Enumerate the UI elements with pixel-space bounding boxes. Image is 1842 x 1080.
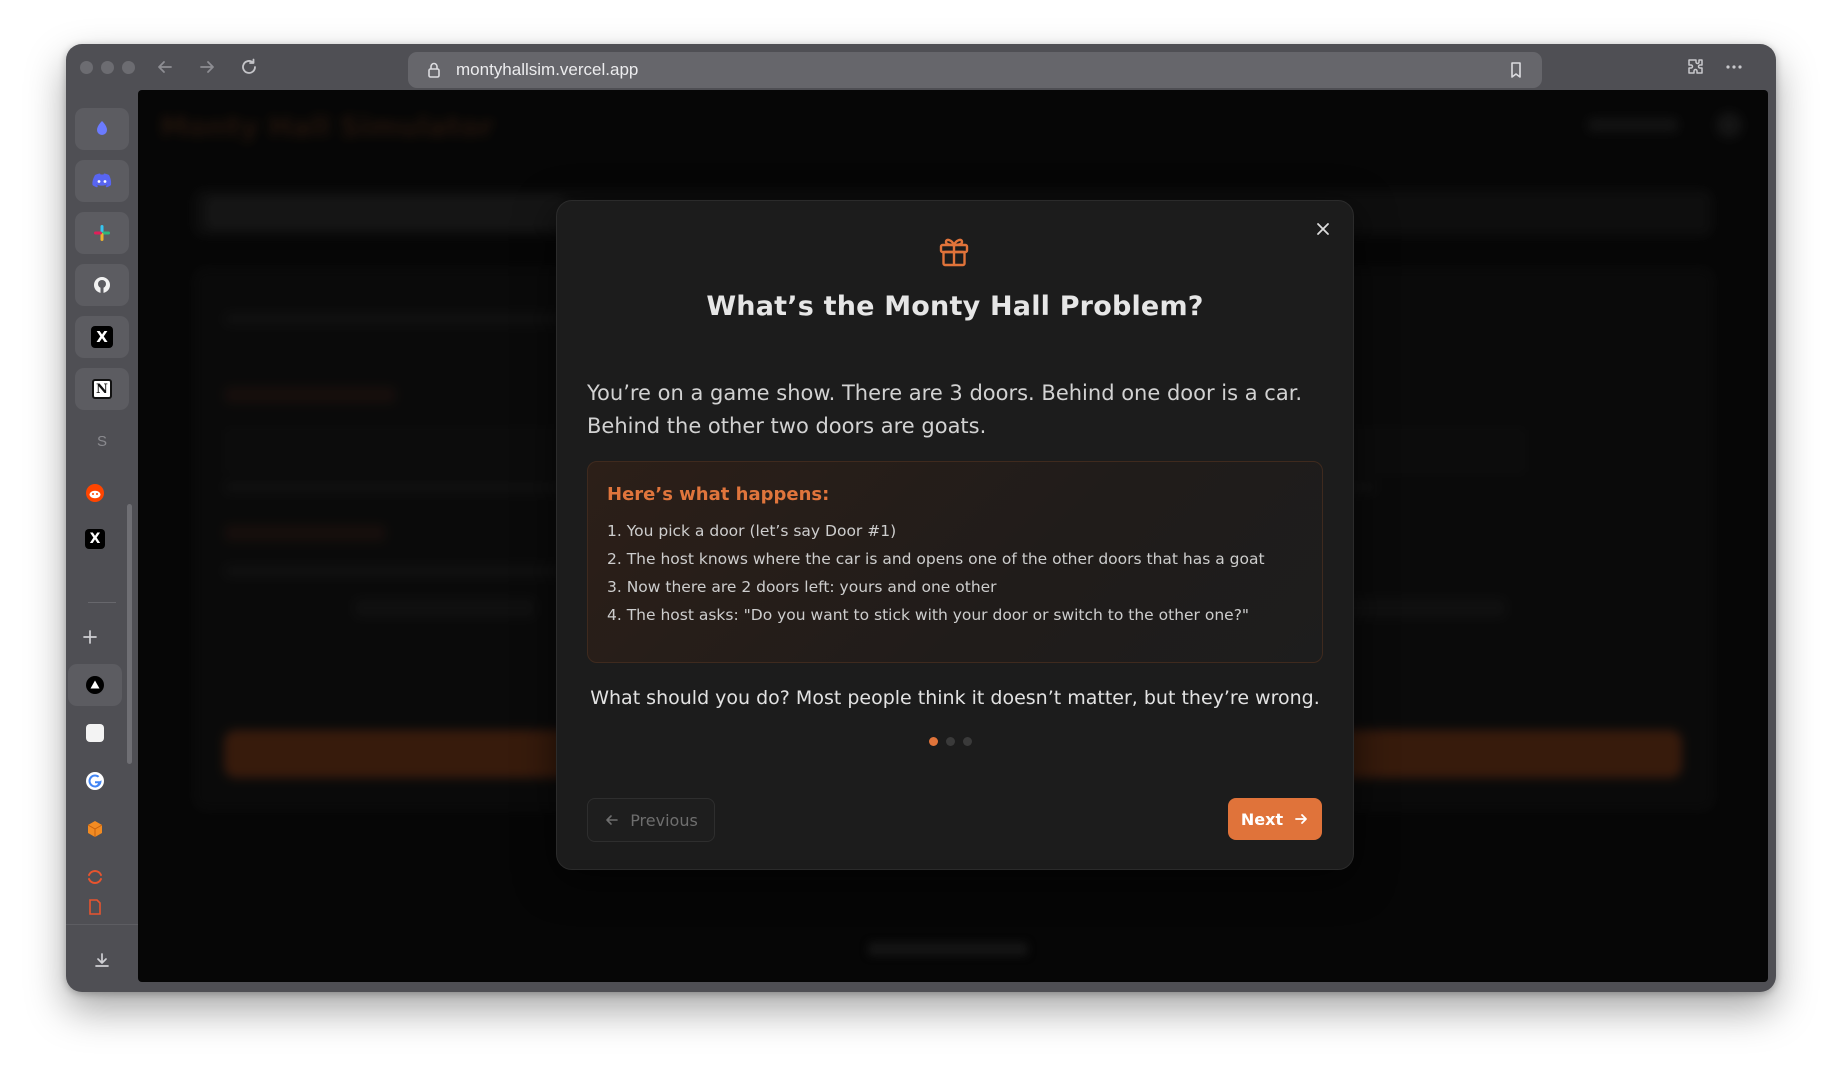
browser-window: montyhallsim.vercel.app X N S X Monty Ha… [66,44,1776,992]
sidebar-item-box[interactable] [68,808,122,850]
dialog-question: What should you do? Most people think it… [590,687,1320,709]
sidebar-item-reddit[interactable] [68,472,122,514]
sidebar-item-file[interactable] [68,898,122,922]
page-dot-2[interactable] [946,737,955,746]
sidebar-item-app-1[interactable] [75,108,129,150]
page-dot-1[interactable] [929,737,938,746]
maximize-window-button[interactable] [122,61,135,74]
sidebar-divider [88,602,116,603]
sidebar-item-loader[interactable] [68,856,122,898]
page-viewport: Monty Hall Simulator What’s the Monty Ha… [138,90,1768,982]
new-tab-button[interactable] [66,616,117,658]
address-bar[interactable]: montyhallsim.vercel.app [408,52,1542,88]
sidebar-item-s[interactable]: S [75,420,129,462]
sidebar-item-discord[interactable] [75,160,129,202]
step-item: 4. The host asks: "Do you want to stick … [607,606,1250,624]
pagination-dots [929,737,979,747]
next-button[interactable]: Next [1228,798,1322,840]
step-item: 3. Now there are 2 doors left: yours and… [607,578,997,596]
page-dot-3[interactable] [963,737,972,746]
arrow-right-icon [1295,814,1308,824]
download-icon[interactable] [75,940,129,982]
add-icon[interactable] [75,986,129,992]
next-label: Next [1240,809,1284,829]
gift-icon [939,238,969,267]
close-window-button[interactable] [80,61,93,74]
steps-panel: Here’s what happens: 1. You pick a door … [587,461,1323,663]
sidebar-item-x[interactable]: X [75,316,129,358]
previous-button[interactable]: Previous [587,798,715,842]
back-icon[interactable] [154,56,176,78]
browser-sidebar: X N S X [66,90,138,992]
close-icon [1317,223,1329,235]
lock-icon [428,62,440,78]
intro-dialog: What’s the Monty Hall Problem? You’re on… [556,200,1354,870]
url-text: montyhallsim.vercel.app [456,60,639,79]
sidebar-item-notion[interactable]: N [75,368,129,410]
title-bar: montyhallsim.vercel.app [66,44,1776,90]
step-item: 1. You pick a door (let’s say Door #1) [607,522,897,540]
close-button[interactable] [1311,219,1335,243]
puzzle-icon[interactable] [1684,56,1708,80]
sidebar-item-google[interactable] [68,760,122,802]
steps-heading: Here’s what happens: [607,484,830,505]
arrow-left-icon [606,815,618,825]
forward-icon[interactable] [196,56,218,78]
background-footer [868,942,1028,956]
previous-label: Previous [630,810,698,830]
sidebar-item-slack[interactable] [75,212,129,254]
sidebar-item-github[interactable] [75,264,129,306]
dialog-intro-text: You’re on a game show. There are 3 doors… [587,381,1303,438]
sidebar-item-vercel[interactable] [68,664,122,706]
sidebar-item-notes[interactable] [68,712,122,754]
reload-icon[interactable] [238,56,260,78]
sidebar-item-x-2[interactable]: X [68,518,122,560]
dialog-title: What’s the Monty Hall Problem? [706,291,1204,322]
minimize-window-button[interactable] [101,61,114,74]
bookmark-icon[interactable] [1506,60,1526,80]
sidebar-scrollbar[interactable] [127,504,132,764]
sidebar-bottom-divider [66,924,138,925]
step-item: 2. The host knows where the car is and o… [607,550,1265,568]
more-icon[interactable] [1722,56,1746,80]
